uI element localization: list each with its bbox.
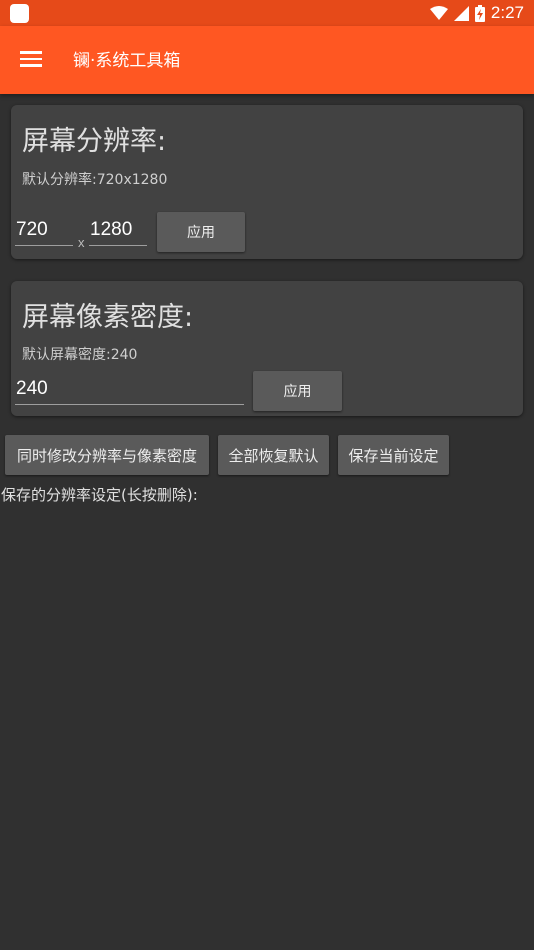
restore-all-button[interactable]: 全部恢复默认 <box>218 435 329 475</box>
height-input[interactable]: 1280 <box>90 219 132 241</box>
saved-settings-label: 保存的分辨率设定(长按删除): <box>1 486 198 504</box>
status-time: 2:27 <box>490 3 524 22</box>
density-input[interactable]: 240 <box>16 378 48 400</box>
resolution-separator: x <box>78 235 85 250</box>
width-input-underline <box>15 245 73 246</box>
save-current-button[interactable]: 保存当前设定 <box>338 435 449 475</box>
resolution-title: 屏幕分辨率: <box>22 126 167 157</box>
signal-icon <box>453 5 469 21</box>
apply-density-button[interactable]: 应用 <box>253 371 342 411</box>
apply-resolution-button[interactable]: 应用 <box>157 212 245 252</box>
app-icon <box>10 4 29 23</box>
menu-icon[interactable] <box>20 50 42 68</box>
width-input[interactable]: 720 <box>16 219 48 241</box>
status-icons: 2:27 <box>429 0 524 26</box>
density-card: 屏幕像素密度: 默认屏幕密度:240 240 应用 <box>11 281 523 416</box>
status-bar: 2:27 <box>0 0 534 26</box>
app-bar: 镧·系统工具箱 <box>0 26 534 94</box>
default-resolution-label: 默认分辨率:720x1280 <box>22 172 168 188</box>
default-density-label: 默认屏幕密度:240 <box>22 347 138 363</box>
density-title: 屏幕像素密度: <box>22 302 194 333</box>
density-input-underline <box>15 404 244 405</box>
app-title: 镧·系统工具箱 <box>73 51 181 71</box>
height-input-underline <box>89 245 147 246</box>
battery-icon <box>474 4 485 22</box>
modify-both-button[interactable]: 同时修改分辨率与像素密度 <box>5 435 209 475</box>
resolution-card: 屏幕分辨率: 默认分辨率:720x1280 720 x 1280 应用 <box>11 105 523 259</box>
wifi-icon <box>429 5 448 20</box>
